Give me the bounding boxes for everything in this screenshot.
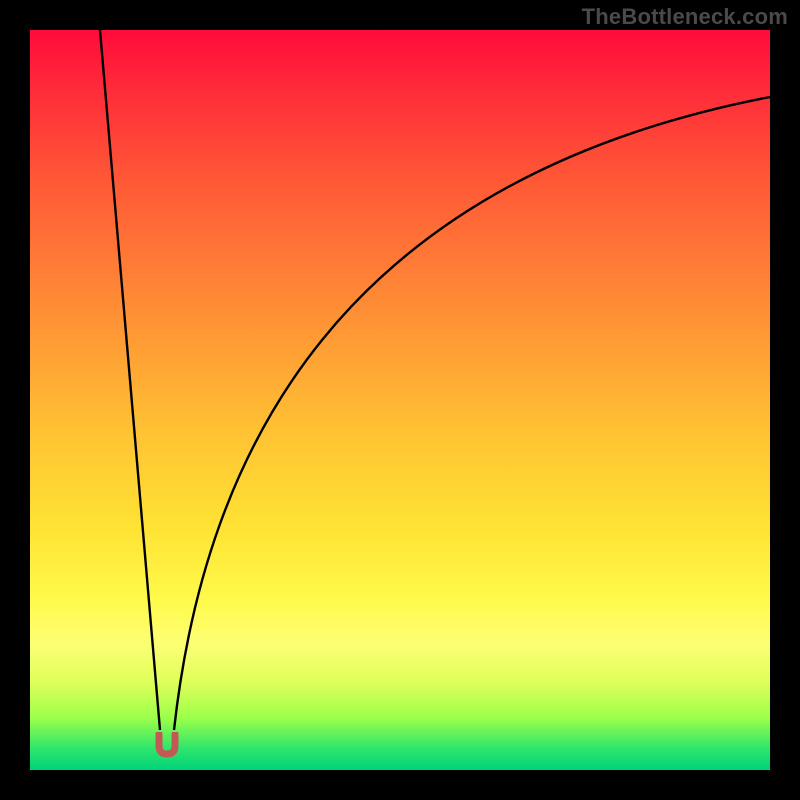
curve-left-branch [100,30,160,730]
chart-frame: TheBottleneck.com [0,0,800,800]
curve-right-branch [174,97,770,730]
watermark-text: TheBottleneck.com [582,4,788,30]
plot-area [30,30,770,770]
bottleneck-curve [30,30,770,770]
